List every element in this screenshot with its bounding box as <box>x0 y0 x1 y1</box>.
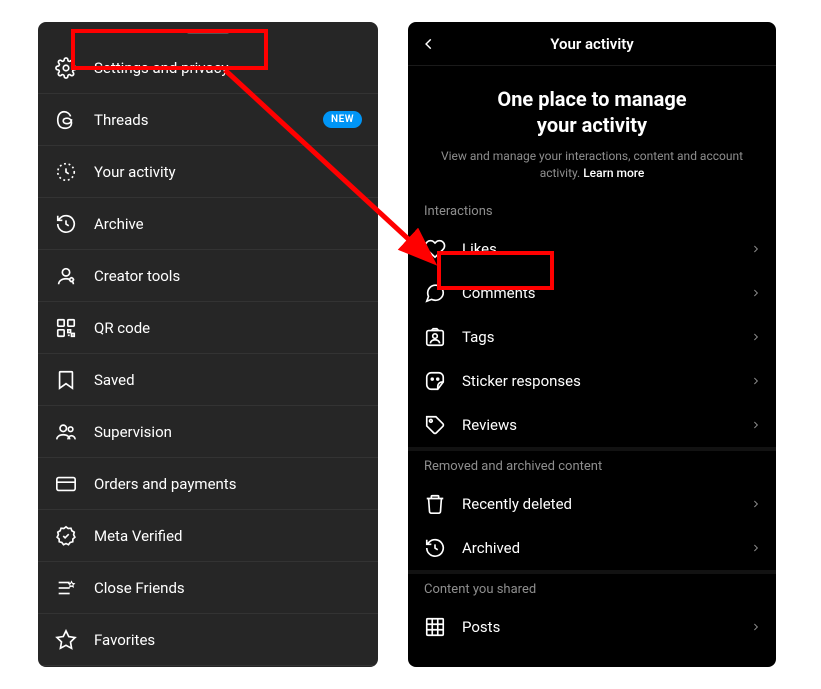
menu-label: Settings and privacy <box>94 59 362 77</box>
chevron-right-icon <box>751 241 760 257</box>
activity-label: Posts <box>462 618 751 636</box>
activity-label: Sticker responses <box>462 372 751 390</box>
gear-icon <box>54 56 78 80</box>
menu-item-favorites[interactable]: Favorites <box>38 614 378 666</box>
menu-label: Orders and payments <box>94 475 362 493</box>
chevron-right-icon <box>751 619 760 635</box>
activity-label: Archived <box>462 539 751 557</box>
trash-icon <box>424 493 446 515</box>
menu-item-supervision[interactable]: Supervision <box>38 406 378 458</box>
activity-label: Reviews <box>462 416 751 434</box>
chevron-right-icon <box>751 329 760 345</box>
heart-icon <box>424 238 446 260</box>
chevron-right-icon <box>751 540 760 556</box>
hero-section: One place to manage your activity View a… <box>408 66 776 200</box>
tag-person-icon <box>424 326 446 348</box>
price-tag-icon <box>424 414 446 436</box>
activity-item-posts[interactable]: Posts <box>408 605 776 649</box>
activity-item-tags[interactable]: Tags <box>408 315 776 359</box>
your-activity-screen: Your activity One place to manage your a… <box>408 22 776 667</box>
creator-tools-icon <box>54 264 78 288</box>
hero-subtitle: View and manage your interactions, conte… <box>438 148 746 182</box>
close-friends-icon <box>54 576 78 600</box>
section-header-interactions: Interactions <box>408 200 776 227</box>
menu-item-creator-tools[interactable]: Creator tools <box>38 250 378 302</box>
activity-label: Comments <box>462 284 751 302</box>
menu-item-archive[interactable]: Archive <box>38 198 378 250</box>
sticker-icon <box>424 370 446 392</box>
menu-item-close-friends[interactable]: Close Friends <box>38 562 378 614</box>
menu-label: Creator tools <box>94 267 362 285</box>
section-header-removed: Removed and archived content <box>408 447 776 482</box>
menu-label: Close Friends <box>94 579 362 597</box>
activity-label: Tags <box>462 328 751 346</box>
menu-label: Your activity <box>94 163 362 181</box>
back-button[interactable] <box>422 33 436 55</box>
chevron-right-icon <box>751 285 760 301</box>
menu-item-orders-payments[interactable]: Orders and payments <box>38 458 378 510</box>
new-badge: NEW <box>323 111 362 128</box>
menu-label: Threads <box>94 111 323 129</box>
menu-item-settings-privacy[interactable]: Settings and privacy <box>38 42 378 94</box>
chevron-right-icon <box>751 373 760 389</box>
supervision-icon <box>54 420 78 444</box>
menu-label: Meta Verified <box>94 527 362 545</box>
activity-item-reviews[interactable]: Reviews <box>408 403 776 447</box>
chevron-right-icon <box>751 417 760 433</box>
hero-title: One place to manage your activity <box>438 86 746 138</box>
menu-label: Supervision <box>94 423 362 441</box>
qr-code-icon <box>54 316 78 340</box>
star-icon <box>54 628 78 652</box>
drag-handle[interactable] <box>187 30 229 34</box>
menu-item-threads[interactable]: Threads NEW <box>38 94 378 146</box>
menu-label: Favorites <box>94 631 362 649</box>
activity-label: Recently deleted <box>462 495 751 513</box>
menu-label: Saved <box>94 371 362 389</box>
menu-item-saved[interactable]: Saved <box>38 354 378 406</box>
archive-history-icon <box>424 537 446 559</box>
activity-clock-icon <box>54 160 78 184</box>
settings-menu-screen: Settings and privacy Threads NEW Your ac… <box>38 22 378 667</box>
archive-icon <box>54 212 78 236</box>
activity-item-archived[interactable]: Archived <box>408 526 776 570</box>
comment-icon <box>424 282 446 304</box>
activity-item-sticker-responses[interactable]: Sticker responses <box>408 359 776 403</box>
activity-label: Likes <box>462 240 751 258</box>
activity-item-likes[interactable]: Likes <box>408 227 776 271</box>
verified-badge-icon <box>54 524 78 548</box>
menu-label: QR code <box>94 319 362 337</box>
menu-item-qr-code[interactable]: QR code <box>38 302 378 354</box>
menu-label: Archive <box>94 215 362 233</box>
activity-item-recently-deleted[interactable]: Recently deleted <box>408 482 776 526</box>
menu-item-your-activity[interactable]: Your activity <box>38 146 378 198</box>
screen-header: Your activity <box>408 22 776 66</box>
learn-more-link[interactable]: Learn more <box>583 166 644 180</box>
menu-item-meta-verified[interactable]: Meta Verified <box>38 510 378 562</box>
chevron-right-icon <box>751 496 760 512</box>
header-title: Your activity <box>550 35 633 53</box>
threads-icon <box>54 108 78 132</box>
section-header-shared: Content you shared <box>408 570 776 605</box>
credit-card-icon <box>54 472 78 496</box>
bookmark-icon <box>54 368 78 392</box>
grid-icon <box>424 616 446 638</box>
activity-item-comments[interactable]: Comments <box>408 271 776 315</box>
